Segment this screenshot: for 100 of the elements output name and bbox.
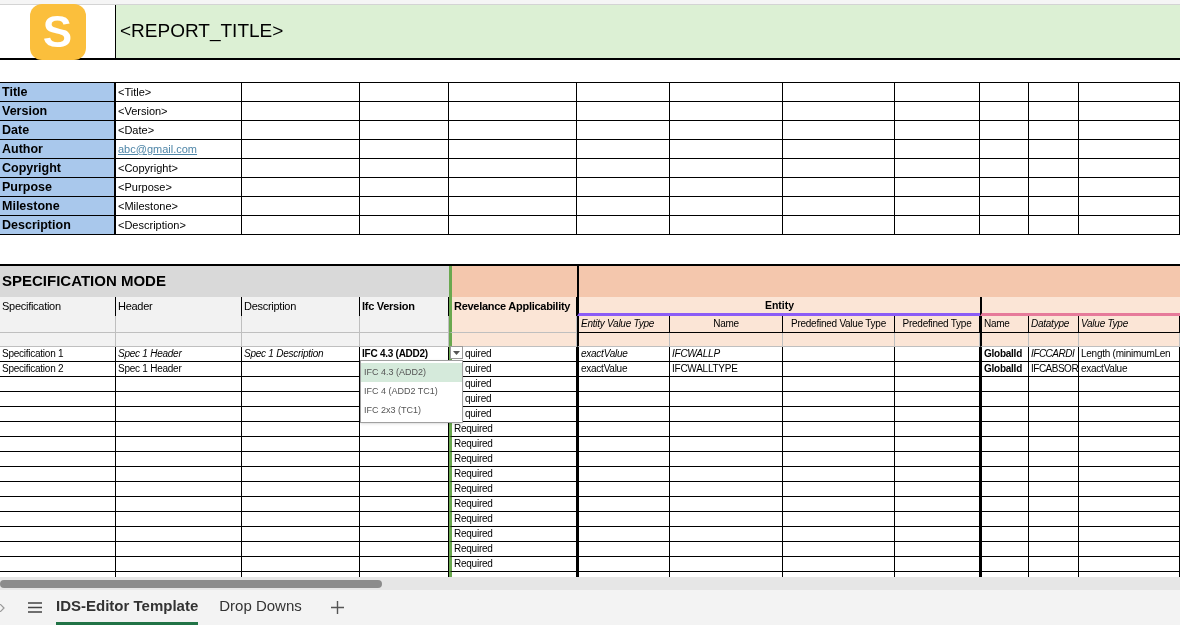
field-value: <Description> [116, 216, 242, 235]
table-cell [1029, 527, 1079, 542]
table-cell: exactValue [1079, 362, 1180, 377]
field-value: <Milestone> [116, 197, 242, 216]
scrollbar-thumb[interactable] [0, 579, 382, 588]
column-header: Name [670, 316, 783, 333]
table-cell [980, 482, 1029, 497]
table-cell [1029, 102, 1079, 121]
table-cell [980, 527, 1029, 542]
table-cell [1029, 178, 1079, 197]
table-cell [1029, 121, 1079, 140]
dropdown-button[interactable] [450, 346, 463, 359]
field-label: Copyright [0, 159, 116, 178]
table-cell: Spec 1 Header [116, 362, 242, 377]
logo-icon: S [29, 3, 86, 60]
table-cell [980, 422, 1029, 437]
table-cell [1029, 467, 1079, 482]
table-cell: Spec 1 Description [242, 347, 360, 362]
table-cell: GlobalId [980, 347, 1029, 362]
table-cell [1029, 392, 1079, 407]
column-header: Specification [0, 297, 116, 316]
table-cell [1029, 377, 1079, 392]
table-cell: Required [449, 497, 577, 512]
dropdown-option[interactable]: IFC 4.3 (ADD2) [361, 363, 462, 382]
table-cell: Spec 1 Header [116, 347, 242, 362]
column-header: Predefined Type [895, 316, 980, 333]
group-header: Entity [577, 297, 980, 316]
dropdown-option[interactable]: IFC 4 (ADD2 TC1) [361, 382, 462, 401]
field-value: <Copyright> [116, 159, 242, 178]
table-cell: IFCWALLP [670, 347, 783, 362]
field-value: <Date> [116, 121, 242, 140]
table-cell [980, 467, 1029, 482]
table-cell: Required [449, 542, 577, 557]
column-header: Header [116, 297, 242, 316]
table-cell [980, 140, 1029, 159]
caret-icon [453, 350, 460, 355]
column-header: Entity Value Type [577, 316, 670, 333]
table-cell [980, 437, 1029, 452]
table-cell [980, 497, 1029, 512]
menu-icon[interactable] [28, 602, 42, 613]
field-value: <Version> [116, 102, 242, 121]
table-cell [1029, 216, 1079, 235]
dropdown-option[interactable]: IFC 2x3 (TC1) [361, 401, 462, 420]
table-cell: exactValue [577, 362, 670, 377]
column-header: Description [242, 297, 360, 316]
table-cell: GlobalId [980, 362, 1029, 377]
table-cell [980, 197, 1029, 216]
field-label: Version [0, 102, 116, 121]
table-cell [1029, 140, 1079, 159]
add-icon[interactable] [330, 601, 344, 614]
field-label: Author [0, 140, 116, 159]
field-label: Purpose [0, 178, 116, 197]
column-header: Datatype [1029, 316, 1079, 333]
column-header: Revelance Applicability [449, 297, 577, 316]
table-cell [980, 407, 1029, 422]
column-header: Name [980, 316, 1029, 333]
table-cell [1029, 333, 1079, 347]
table-cell [1029, 512, 1079, 527]
table-cell [980, 557, 1029, 572]
table-cell: IFCABSOR [1029, 362, 1079, 377]
table-cell: Required [449, 467, 577, 482]
report-title: <REPORT_TITLE> [120, 19, 284, 44]
table-cell [1029, 452, 1079, 467]
table-cell: Required [449, 437, 577, 452]
table-cell: Required [449, 512, 577, 527]
table-cell [1029, 437, 1079, 452]
table-cell [1029, 197, 1079, 216]
column-header: Value Type [1079, 316, 1180, 333]
column-header: Ifc Version [360, 297, 449, 316]
table-cell: Required [449, 482, 577, 497]
table-cell: Length (minimumLen [1079, 347, 1180, 362]
table-cell: Required [449, 557, 577, 572]
chevron-icon[interactable] [0, 603, 5, 612]
field-value: <Purpose> [116, 178, 242, 197]
table-cell: exactValue [577, 347, 670, 362]
field-label: Description [0, 216, 116, 235]
table-cell [980, 452, 1029, 467]
table-cell [980, 102, 1029, 121]
table-cell [1029, 422, 1079, 437]
table-cell [1029, 482, 1079, 497]
field-label: Date [0, 121, 116, 140]
sheet-tab[interactable]: Drop Downs [219, 590, 302, 625]
table-cell [980, 512, 1029, 527]
field-label: Milestone [0, 197, 116, 216]
table-cell [1029, 542, 1079, 557]
table-cell [1029, 159, 1079, 178]
table-cell [980, 392, 1029, 407]
sheet-tab[interactable]: IDS-Editor Template [56, 590, 199, 625]
table-cell [1029, 497, 1079, 512]
table-cell [980, 216, 1029, 235]
table-cell [980, 121, 1029, 140]
table-cell [980, 159, 1029, 178]
table-cell [1029, 557, 1079, 572]
table-cell [1029, 407, 1079, 422]
table-cell: IFCWALLTYPE [670, 362, 783, 377]
section-title: SPECIFICATION MODE [2, 271, 166, 292]
column-header: Predefined Value Type [783, 316, 895, 333]
table-cell: Required [449, 527, 577, 542]
email-link[interactable]: abc@gmail.com [116, 140, 242, 159]
table-cell: IFCCARDI [1029, 347, 1079, 362]
